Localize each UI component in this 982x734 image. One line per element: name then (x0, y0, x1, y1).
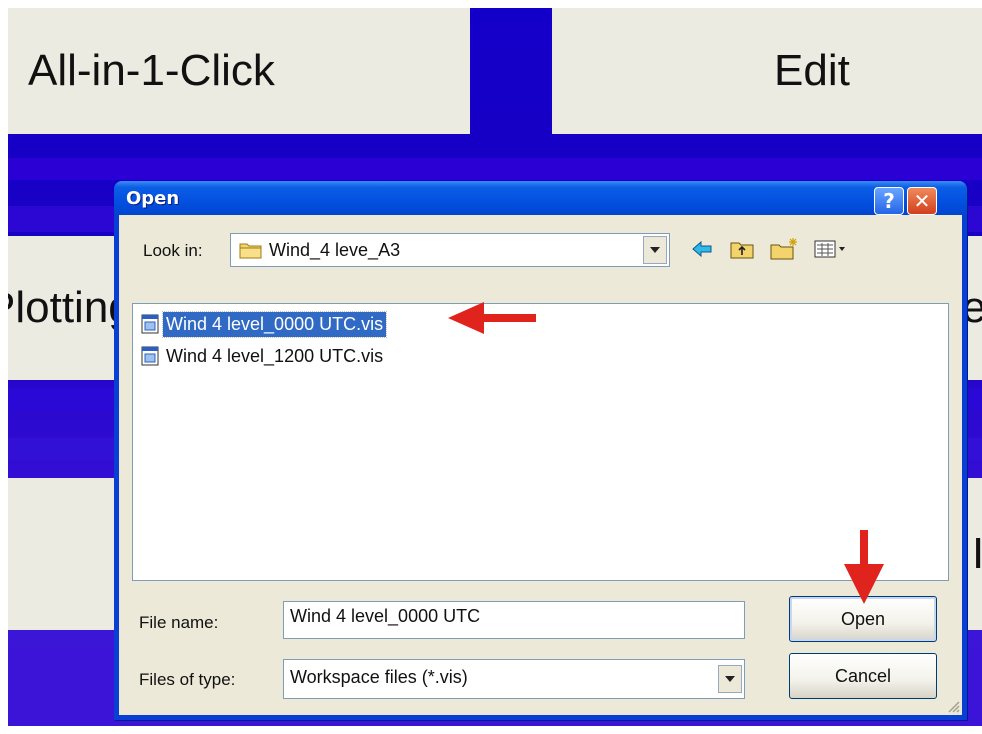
folder-icon (239, 243, 262, 259)
chevron-down-icon (725, 675, 735, 682)
file-name-0000: Wind 4 level_0000 UTC.vis (161, 310, 388, 338)
file-icon (141, 346, 159, 366)
edit-label: Edit (774, 46, 850, 95)
view-menu-icon[interactable] (813, 237, 849, 261)
file-name-1200: Wind 4 level_1200 UTC.vis (166, 345, 384, 366)
file-item-1200[interactable]: Wind 4 level_1200 UTC.vis (141, 342, 386, 370)
help-button[interactable]: ? (874, 187, 904, 215)
look-in-dropdown-arrow[interactable] (643, 236, 667, 264)
cancel-button-label: Cancel (834, 665, 892, 686)
back-arrow-icon[interactable] (691, 237, 713, 261)
file-list[interactable]: Wind 4 level_0000 UTC.vis Wind 4 level_1… (132, 303, 949, 581)
cancel-button[interactable]: Cancel (789, 653, 937, 699)
stripe (8, 158, 982, 180)
up-folder-icon[interactable] (729, 237, 755, 261)
all-in-1-click-button[interactable]: All-in-1-Click (8, 8, 470, 134)
look-in-label: Look in: (143, 241, 203, 260)
files-of-type-value: Workspace files (*.vis) (290, 667, 468, 687)
red-arrow-down-icon (844, 530, 884, 604)
look-in-dropdown[interactable]: Wind_4 leve_A3 (230, 233, 670, 267)
file-item-0000[interactable]: Wind 4 level_0000 UTC.vis (141, 310, 388, 338)
file-name-field[interactable]: Wind 4 level_0000 UTC (283, 601, 745, 639)
dialog-title: Open (126, 188, 180, 209)
bottom-right-partial-label: I (972, 529, 982, 578)
resize-grip-icon[interactable] (946, 699, 960, 713)
file-icon (141, 314, 159, 334)
new-folder-icon[interactable] (769, 237, 799, 261)
close-button[interactable]: ✕ (907, 187, 937, 215)
files-of-type-dropdown[interactable]: Workspace files (*.vis) (283, 659, 745, 699)
file-name-label: File name: (139, 613, 219, 632)
dialog-titlebar[interactable]: Open ? ✕ (114, 181, 967, 215)
file-name-value: Wind 4 level_0000 UTC (290, 606, 481, 626)
look-in-value: Wind_4 leve_A3 (269, 240, 401, 260)
files-of-type-label: Files of type: (139, 670, 236, 689)
open-button-label: Open (840, 608, 886, 629)
close-icon: ✕ (913, 189, 931, 213)
chevron-down-icon (650, 246, 660, 253)
edit-button[interactable]: Edit (552, 8, 982, 134)
all-in-1-click-label: All-in-1-Click (28, 46, 275, 95)
help-icon: ? (883, 189, 895, 213)
dialog-body: Look in: Wind_4 leve_A3 Wind 4 level_000… (119, 215, 962, 715)
bottom-left-button[interactable] (8, 478, 118, 630)
files-of-type-dropdown-arrow[interactable] (718, 665, 742, 693)
open-dialog: Open ? ✕ Look in: Wind_4 leve_A3 Wind 4 … (114, 181, 967, 720)
red-arrow-left-icon (448, 302, 536, 334)
